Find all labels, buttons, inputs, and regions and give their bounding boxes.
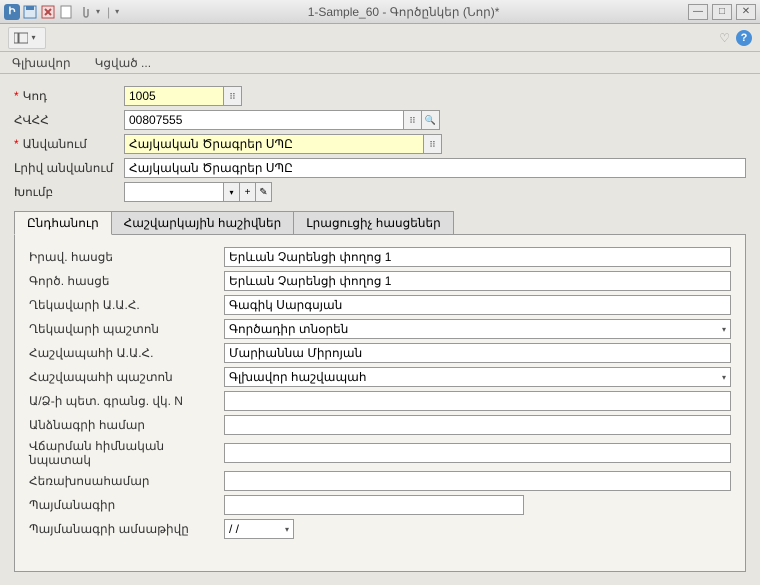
window-title: 1-Sample_60 - Գործընկեր (Նոր)* — [119, 5, 688, 19]
doc-icon[interactable] — [58, 4, 74, 20]
attach-icon[interactable] — [76, 4, 92, 20]
label-hvhh: ՀՎՀՀ — [14, 113, 49, 127]
input-phone[interactable] — [224, 471, 731, 491]
input-accountant-name[interactable] — [224, 343, 731, 363]
save-icon[interactable] — [22, 4, 38, 20]
input-hvhh[interactable] — [124, 110, 404, 130]
input-passport[interactable] — [224, 415, 731, 435]
required-mark: * — [14, 137, 19, 151]
row-fullname: Լրիվ անվանում — [14, 158, 746, 178]
label-phone: Հեռախոսահամար — [29, 474, 224, 488]
select-director-pos[interactable]: Գործադիր տնօրեն▾ — [224, 319, 731, 339]
input-director-name[interactable] — [224, 295, 731, 315]
tab-addresses[interactable]: Լրացուցիչ հասցեներ — [293, 211, 453, 235]
input-code[interactable] — [124, 86, 224, 106]
chevron-down-icon: ▾ — [722, 325, 726, 334]
group-dropdown-button[interactable]: ▾ — [224, 182, 240, 202]
hvhh-picker-button[interactable]: ⁝⁝ — [404, 110, 422, 130]
titlebar-icons: Ի ▾ | ▾ — [4, 4, 119, 20]
label-contract-date: Պայմանագրի ամսաթիվը — [29, 522, 224, 536]
label-group: Խումբ — [14, 185, 53, 199]
group-edit-button[interactable]: ✎ — [256, 182, 272, 202]
view-dropdown-button[interactable]: ▾ — [8, 27, 46, 49]
label-contract: Պայմանագիր — [29, 498, 224, 512]
heart-icon[interactable]: ♡ — [719, 31, 730, 45]
input-name[interactable] — [124, 134, 424, 154]
app-icon: Ի — [4, 4, 20, 20]
help-icon[interactable]: ? — [736, 30, 752, 46]
label-fullname: Լրիվ անվանում — [14, 161, 113, 175]
titlebar-dropdown-arrow[interactable]: ▾ — [94, 7, 102, 16]
input-fullname[interactable] — [124, 158, 746, 178]
input-payment[interactable] — [224, 443, 731, 463]
input-contract-date[interactable]: / /▾ — [224, 519, 294, 539]
label-passport: Անձնագրի համար — [29, 418, 224, 432]
minimize-button[interactable]: — — [688, 4, 708, 20]
chevron-down-icon: ▾ — [285, 525, 289, 534]
chevron-down-icon: ▾ — [722, 373, 726, 382]
window-controls: — □ ✕ — [688, 4, 756, 20]
select-accountant-pos[interactable]: Գլխավոր հաշվապահ▾ — [224, 367, 731, 387]
label-biz-addr: Գործ. հասցե — [29, 274, 224, 288]
menu-main[interactable]: Գլխավոր — [12, 56, 71, 70]
name-picker-button[interactable]: ⁝⁝ — [424, 134, 442, 154]
label-director-name: Ղեկավարի Ա.Ա.Հ. — [29, 298, 224, 312]
input-group[interactable] — [124, 182, 224, 202]
tab-headers: Ընդհանուր Հաշվարկային հաշիվներ Լրացուցիչ… — [14, 211, 746, 235]
menu-attached[interactable]: Կցված ... — [95, 56, 151, 70]
input-cert[interactable] — [224, 391, 731, 411]
tab-general[interactable]: Ընդհանուր — [14, 211, 112, 235]
label-name: Անվանում — [23, 137, 87, 151]
group-add-button[interactable]: + — [240, 182, 256, 202]
label-legal-addr: Իրավ. հասցե — [29, 250, 224, 264]
tab-accounts[interactable]: Հաշվարկային հաշիվներ — [111, 211, 295, 235]
row-hvhh: ՀՎՀՀ ⁝⁝ 🔍 — [14, 110, 746, 130]
delete-icon[interactable] — [40, 4, 56, 20]
input-legal-addr[interactable] — [224, 247, 731, 267]
hvhh-search-button[interactable]: 🔍 — [422, 110, 440, 130]
titlebar: Ի ▾ | ▾ 1-Sample_60 - Գործընկեր (Նոր)* —… — [0, 0, 760, 24]
tab-panel-general: Իրավ. հասցե Գործ. հասցե Ղեկավարի Ա.Ա.Հ. … — [14, 234, 746, 572]
input-contract[interactable] — [224, 495, 524, 515]
maximize-button[interactable]: □ — [712, 4, 732, 20]
toolbar: ▾ ♡ ? — [0, 24, 760, 52]
close-button[interactable]: ✕ — [736, 4, 756, 20]
label-cert: Ա/Ձ-ի պետ. գրանց. վկ. N — [29, 394, 224, 408]
label-code: Կոդ — [23, 89, 47, 103]
input-biz-addr[interactable] — [224, 271, 731, 291]
row-group: Խումբ ▾ + ✎ — [14, 182, 746, 202]
label-director-pos: Ղեկավարի պաշտոն — [29, 322, 224, 336]
row-code: * Կոդ ⁝⁝ — [14, 86, 746, 106]
label-accountant-name: Հաշվապահի Ա.Ա.Հ. — [29, 346, 224, 360]
row-name: * Անվանում ⁝⁝ — [14, 134, 746, 154]
label-payment: Վճարման հիմնական նպատակ — [29, 439, 224, 467]
menubar: Գլխավոր Կցված ... — [0, 52, 760, 74]
tabs-container: Ընդհանուր Հաշվարկային հաշիվներ Լրացուցիչ… — [14, 210, 746, 572]
label-accountant-pos: Հաշվապահի պաշտոն — [29, 370, 224, 384]
required-mark: * — [14, 89, 19, 103]
code-picker-button[interactable]: ⁝⁝ — [224, 86, 242, 106]
content: * Կոդ ⁝⁝ ՀՎՀՀ ⁝⁝ 🔍 * Անվանում ⁝⁝ Լրիվ անվա… — [0, 74, 760, 585]
